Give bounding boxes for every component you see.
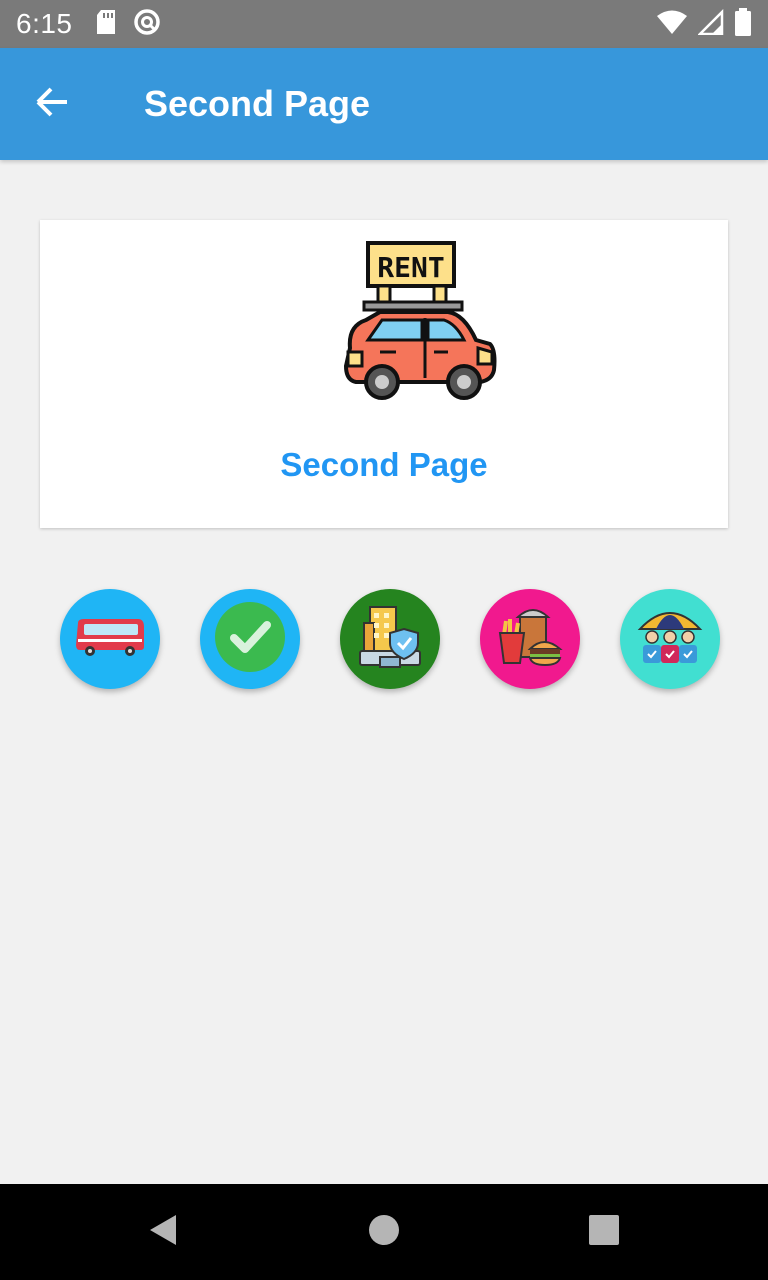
rent-sign-text: RENT — [377, 251, 444, 284]
sd-card-icon — [95, 9, 117, 40]
wifi-icon — [656, 9, 688, 40]
arrow-back-icon — [35, 87, 69, 122]
nav-home-button[interactable] — [336, 1184, 432, 1280]
rent-car-icon: RENT — [340, 240, 500, 420]
people-umbrella-icon — [634, 605, 706, 674]
content-card: RENT Second Page — [40, 220, 728, 528]
building-button[interactable] — [340, 589, 440, 689]
check-button[interactable] — [200, 589, 300, 689]
card-title: Second Page — [280, 446, 488, 483]
back-triangle-icon — [146, 1213, 178, 1252]
bus-button[interactable] — [60, 589, 160, 689]
icon-button-row — [60, 589, 720, 689]
status-bar: 6:15 — [0, 0, 768, 48]
food-button[interactable] — [480, 589, 580, 689]
battery-icon — [734, 7, 752, 41]
home-circle-icon — [368, 1214, 400, 1251]
app-bar: Second Page — [0, 48, 768, 160]
nav-recents-button[interactable] — [556, 1184, 652, 1280]
page-title: Second Page — [144, 83, 371, 124]
back-button[interactable] — [0, 48, 104, 160]
bus-icon — [74, 617, 146, 662]
checkmark-icon — [214, 601, 286, 678]
status-time: 6:15 — [16, 8, 73, 39]
nav-back-button[interactable] — [114, 1184, 210, 1280]
recents-square-icon — [589, 1214, 619, 1250]
people-button[interactable] — [620, 589, 720, 689]
fast-food-icon — [496, 605, 564, 674]
navigation-bar — [0, 1184, 768, 1280]
do-not-disturb-icon — [133, 8, 161, 41]
building-shield-icon — [358, 603, 422, 676]
signal-icon — [696, 8, 724, 40]
